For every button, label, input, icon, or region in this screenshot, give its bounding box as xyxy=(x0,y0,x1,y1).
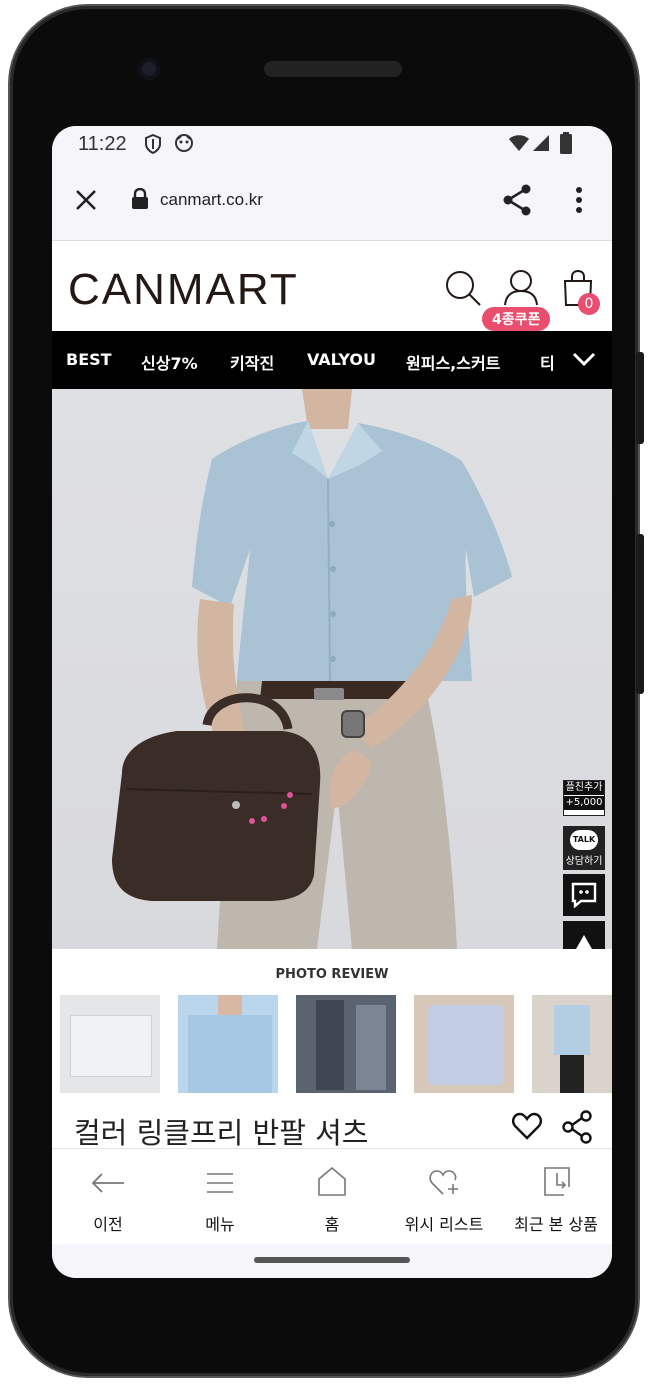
shield-icon xyxy=(145,134,161,154)
chat-button[interactable] xyxy=(563,874,605,916)
nav-home[interactable]: 홈 xyxy=(276,1149,388,1245)
lock-icon xyxy=(132,188,148,209)
status-time: 11:22 xyxy=(78,133,127,155)
nav-menu[interactable]: 메뉴 xyxy=(164,1149,276,1245)
nav-home-label: 홈 xyxy=(324,1215,340,1234)
home-gesture-pill[interactable] xyxy=(254,1257,410,1263)
review-thumbnail-4[interactable] xyxy=(414,995,514,1093)
review-thumbnail-2[interactable] xyxy=(178,995,278,1093)
more-vert-icon[interactable] xyxy=(572,186,586,214)
cart-count-badge: 0 xyxy=(578,293,600,315)
menu-icon xyxy=(207,1173,233,1193)
close-icon[interactable] xyxy=(74,188,98,212)
review-thumbnail-3[interactable] xyxy=(296,995,396,1093)
chevron-down-icon[interactable] xyxy=(572,351,596,367)
category-nav: BEST 신상7% 키작진 VALYOU 원피스,스커트 티 xyxy=(52,331,612,389)
coupon-badge[interactable]: 4종쿠폰 xyxy=(482,307,551,331)
system-gesture-bar xyxy=(52,1244,612,1278)
review-thumbnail-1[interactable] xyxy=(60,995,160,1093)
category-new[interactable]: 신상7% xyxy=(141,350,198,374)
share-icon[interactable] xyxy=(502,184,532,216)
photo-review-section: PHOTO REVIEW xyxy=(52,949,612,1109)
product-title: 컬러 링클프리 반팔 셔츠 xyxy=(74,1116,369,1150)
nav-menu-label: 메뉴 xyxy=(205,1215,235,1234)
nav-back[interactable]: 이전 xyxy=(52,1149,164,1245)
earpiece-speaker xyxy=(264,61,402,77)
phone-frame: 11:22 canmart.co.kr CANMART 4종쿠폰 0 BEST … xyxy=(10,6,644,1376)
nav-recent-label: 최근 본 상품 xyxy=(514,1215,598,1234)
category-tee[interactable]: 티 xyxy=(540,350,555,374)
talk-caption: 상담하기 xyxy=(565,856,603,867)
heart-plus-icon xyxy=(429,1170,458,1195)
review-thumbnail-5[interactable] xyxy=(532,995,612,1093)
model-illustration xyxy=(112,389,512,949)
plusfriend-reward: +5,000 xyxy=(564,796,604,810)
share-product-icon[interactable] xyxy=(562,1110,592,1144)
arrow-up-icon xyxy=(576,935,592,949)
category-petite[interactable]: 키작진 xyxy=(230,350,274,374)
battery-icon xyxy=(560,132,572,154)
site-header: CANMART 4종쿠폰 0 xyxy=(52,241,612,331)
power-button xyxy=(636,352,644,444)
plusfriend-button[interactable]: 플친추가 +5,000 xyxy=(563,780,605,816)
search-icon[interactable] xyxy=(444,269,482,307)
photo-review-title: PHOTO REVIEW xyxy=(275,967,389,982)
arrow-left-icon xyxy=(91,1173,124,1193)
user-icon[interactable] xyxy=(502,269,540,307)
nav-recent[interactable]: 최근 본 상품 xyxy=(500,1149,612,1245)
signal-icon xyxy=(533,135,549,151)
wifi-icon xyxy=(509,135,529,151)
home-icon xyxy=(318,1166,346,1196)
url-text[interactable]: canmart.co.kr xyxy=(160,190,263,210)
talk-bubble-icon: TALK xyxy=(570,830,598,850)
category-valyou[interactable]: VALYOU xyxy=(307,350,376,369)
chat-icon xyxy=(571,882,597,908)
nav-wishlist-label: 위시 리스트 xyxy=(404,1215,484,1234)
browser-url-bar: canmart.co.kr xyxy=(52,162,612,241)
front-camera xyxy=(138,58,160,80)
app-notification-icon xyxy=(175,134,193,152)
category-best[interactable]: BEST xyxy=(66,350,112,369)
status-bar: 11:22 xyxy=(52,126,612,162)
heart-icon[interactable] xyxy=(512,1112,542,1140)
screen: 11:22 canmart.co.kr CANMART 4종쿠폰 0 BEST … xyxy=(52,126,612,1278)
site-logo[interactable]: CANMART xyxy=(68,265,299,315)
bottom-nav: 이전 메뉴 홈 위시 리스트 최근 본 상품 xyxy=(52,1148,612,1245)
volume-button xyxy=(636,534,644,694)
category-dress-skirt[interactable]: 원피스,스커트 xyxy=(406,350,500,374)
recent-items-icon xyxy=(544,1167,570,1196)
kakao-talk-button[interactable]: TALK 상담하기 xyxy=(563,826,605,870)
plusfriend-label: 플친추가 xyxy=(564,781,604,795)
nav-wishlist[interactable]: 위시 리스트 xyxy=(388,1149,500,1245)
product-main-image[interactable] xyxy=(52,389,612,949)
nav-back-label: 이전 xyxy=(93,1215,123,1234)
